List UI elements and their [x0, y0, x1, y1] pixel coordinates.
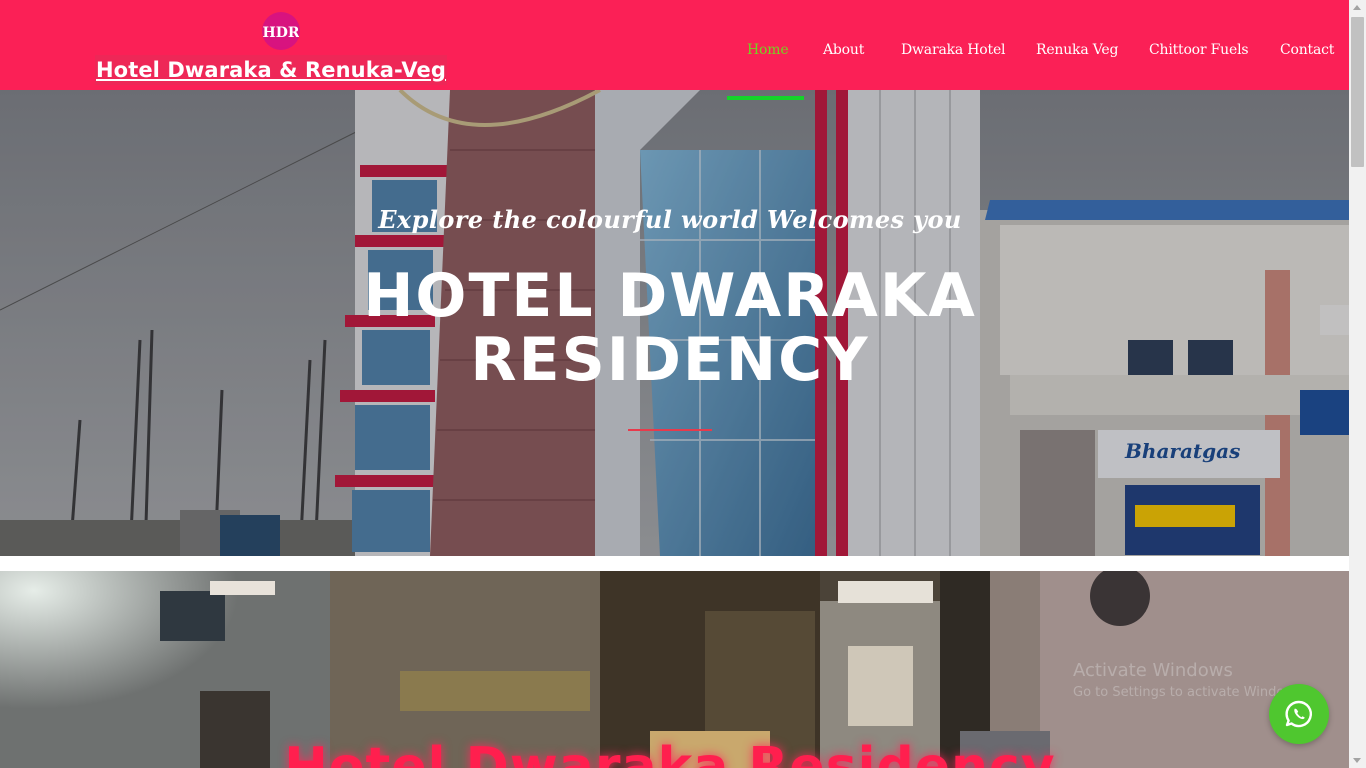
os-watermark-subtitle: Go to Settings to activate Windows. [1073, 685, 1306, 700]
nav-active-indicator [727, 96, 804, 100]
os-watermark-title: Activate Windows [1073, 660, 1233, 681]
section-title: Hotel Dwaraka Residency [284, 737, 1056, 768]
site-header: HDR Hotel Dwaraka & Renuka-Veg Home Abou… [0, 0, 1349, 90]
nav-about[interactable]: About [823, 38, 864, 62]
hero-kicker-text: Explore the colourful world Welcomes you [378, 205, 962, 234]
scroll-up-icon[interactable] [1353, 5, 1361, 10]
nav-chittoor-fuels[interactable]: Chittoor Fuels [1149, 38, 1249, 62]
scroll-thumb[interactable] [1351, 17, 1364, 167]
nav-home[interactable]: Home [747, 38, 789, 62]
hero-slider: Bharatgas Explore the colourful world We… [0, 90, 1349, 556]
whatsapp-chat-button[interactable] [1269, 684, 1329, 744]
scroll-down-icon[interactable] [1353, 758, 1361, 763]
whatsapp-icon [1285, 700, 1312, 728]
nav-contact[interactable]: Contact [1280, 38, 1334, 62]
hero-divider [628, 429, 712, 431]
main-nav: Home About Dwaraka Hotel Renuka Veg Chit… [0, 38, 1349, 62]
page-scrollbar[interactable] [1349, 0, 1366, 768]
hero-title-line-1: HOTEL DWARAKA [363, 261, 977, 331]
hero-title: HOTEL DWARAKA RESIDENCY [0, 264, 1340, 392]
nav-dwaraka-hotel[interactable]: Dwaraka Hotel [901, 38, 1006, 62]
hero-title-line-2: RESIDENCY [470, 325, 870, 395]
nav-renuka-veg[interactable]: Renuka Veg [1036, 38, 1118, 62]
